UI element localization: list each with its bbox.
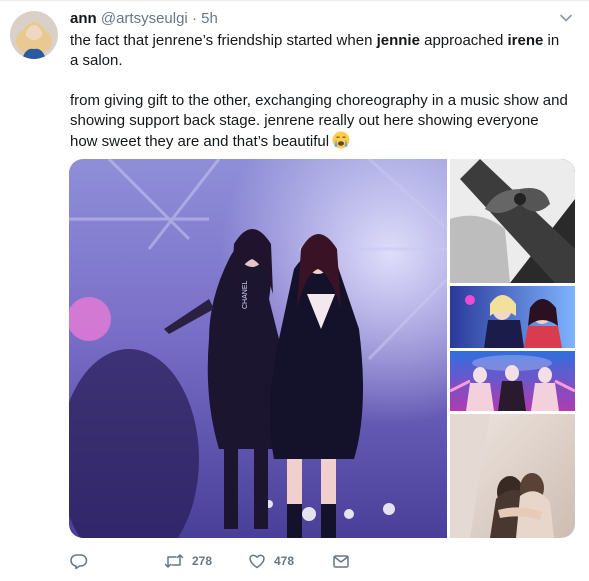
bold-jennie: jennie (376, 32, 420, 49)
bold-irene: irene (507, 32, 544, 49)
caret-down-icon[interactable] (557, 9, 575, 27)
main-photo-label: CHANEL (242, 280, 249, 309)
media-gallery[interactable]: CHANEL (69, 159, 575, 538)
main-photo[interactable]: CHANEL (69, 159, 447, 538)
tweet-paragraph-2: from giving gift to the other, exchangin… (70, 91, 570, 155)
reply-icon (70, 552, 88, 570)
gift-photo[interactable] (450, 159, 575, 283)
crying-face-emoji (332, 131, 350, 155)
like-count: 478 (274, 554, 295, 568)
separator-dot: · (191, 10, 197, 27)
retweet-icon (164, 552, 184, 570)
retweet-button[interactable]: 278 (164, 552, 248, 570)
hug-photo[interactable] (450, 414, 575, 538)
direct-message-button[interactable] (332, 552, 350, 570)
retweet-count: 278 (192, 554, 213, 568)
tweet-header: ann @artsyseulgi · 5h (70, 10, 218, 28)
tweet-paragraph-1: the fact that jenrene’s friendship start… (70, 32, 560, 69)
tweet[interactable]: ann @artsyseulgi · 5h the fact that jenr… (0, 0, 589, 581)
tweet-text: the fact that jenrene’s friendship start… (70, 31, 570, 155)
tweet-actions: 278 478 (70, 547, 350, 575)
stage-photo-1[interactable] (450, 286, 575, 348)
heart-icon (248, 552, 266, 570)
author-handle[interactable]: @artsyseulgi (101, 10, 188, 27)
tweet-timestamp[interactable]: 5h (201, 10, 218, 27)
stage-photo-2[interactable] (450, 351, 575, 411)
author-name[interactable]: ann (70, 10, 97, 27)
reply-button[interactable] (70, 552, 164, 570)
like-button[interactable]: 478 (248, 552, 332, 570)
direct-message-icon (332, 552, 350, 570)
avatar[interactable] (10, 11, 58, 59)
